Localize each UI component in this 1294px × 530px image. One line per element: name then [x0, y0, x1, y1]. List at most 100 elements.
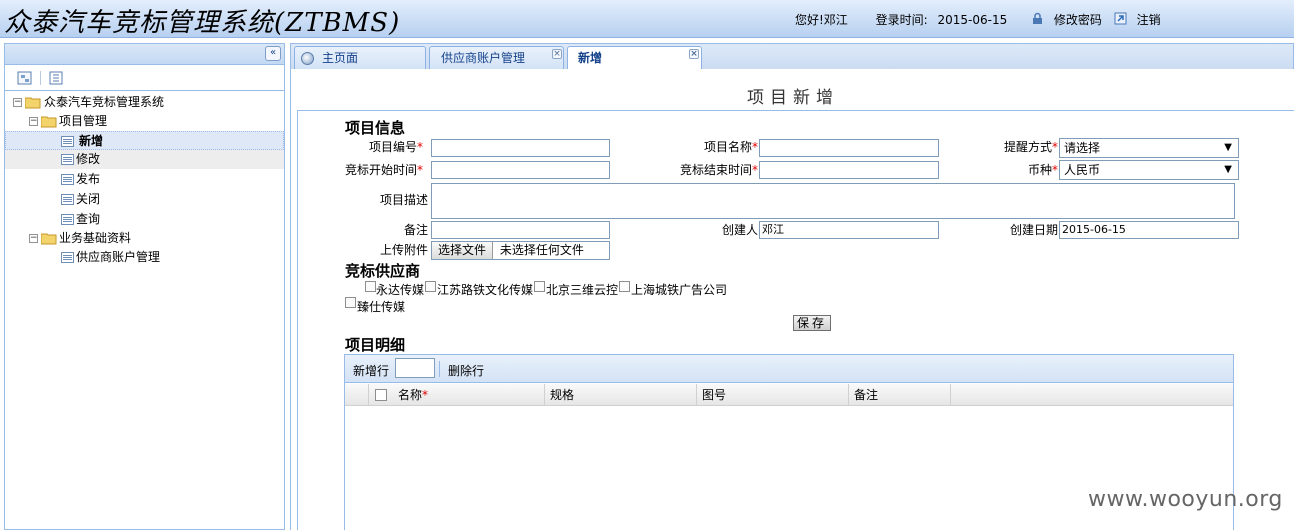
tree-node-root[interactable]: − 众泰汽车竞标管理系统 [5, 93, 284, 112]
tree-item-new[interactable]: 新增 [5, 131, 284, 150]
supplier-label: 臻仕传媒 [357, 300, 406, 314]
creator-input[interactable]: 邓江 [759, 221, 939, 239]
tree-node-project-management[interactable]: − 项目管理 [5, 112, 284, 131]
bid-start-input[interactable] [431, 161, 610, 179]
sidebar: « − 众泰汽车竞标管理系统 − 项目管理 新增 修改 发布 关闭 查询 − 业… [4, 43, 285, 530]
bid-end-label: 竞标结束时间* [679, 163, 758, 177]
tab-supplier-accounts[interactable]: 供应商账户管理 × [429, 46, 564, 70]
chevron-down-icon: ▼ [1224, 164, 1232, 175]
home-icon [301, 52, 314, 65]
remind-method-select[interactable]: 请选择 ▼ [1059, 138, 1239, 158]
page-icon [61, 174, 74, 185]
page-icon [61, 154, 74, 165]
lock-icon [1031, 12, 1044, 25]
sidebar-header: « [5, 44, 284, 65]
logout-icon [1114, 12, 1127, 25]
tab-supplier-accounts-label: 供应商账户管理 [441, 51, 526, 65]
tree-item-publish[interactable]: 发布 [5, 170, 284, 189]
choose-file-button[interactable]: 选择文件 [432, 242, 494, 259]
close-icon[interactable]: × [552, 49, 562, 59]
tree-label-supplier-accounts: 供应商账户管理 [76, 250, 161, 264]
remark-input[interactable] [431, 221, 610, 239]
sidebar-toolbar [5, 65, 284, 91]
tree-toggle-icon[interactable]: − [29, 117, 38, 126]
collapse-all-icon[interactable] [48, 70, 64, 86]
section-suppliers: 竞标供应商 [345, 262, 421, 280]
remark-label: 备注 [403, 223, 428, 237]
tab-new[interactable]: 新增 × [567, 46, 702, 71]
select-all-checkbox[interactable] [375, 389, 387, 401]
column-spec[interactable]: 规格 [545, 384, 697, 406]
project-no-input[interactable] [431, 139, 610, 157]
tree-item-supplier-accounts[interactable]: 供应商账户管理 [5, 248, 284, 267]
currency-select[interactable]: 人民币 ▼ [1059, 160, 1239, 180]
tree-item-close[interactable]: 关闭 [5, 190, 284, 209]
tree-item-query[interactable]: 查询 [5, 210, 284, 229]
login-time-label: 登录时间: [875, 13, 928, 27]
project-no-label: 项目编号* [368, 140, 423, 154]
creator-label: 创建人 [721, 223, 758, 237]
project-name-label: 项目名称* [703, 140, 758, 154]
page-title: 项目新增 [747, 88, 839, 108]
row-count-input[interactable] [395, 358, 435, 378]
create-date-label: 创建日期 [1009, 223, 1058, 237]
supplier-label: 上海城铁广告公司 [631, 283, 728, 297]
column-remark[interactable]: 备注 [849, 384, 951, 406]
user-bar: 您好!邓江 登录时间: 2015-06-15 修改密码 注销 [795, 11, 1161, 28]
app-title: 众泰汽车竞标管理系统(ZTBMS) [4, 8, 401, 38]
tree-toggle-icon[interactable]: − [13, 98, 22, 107]
tab-bar: 主页面 供应商账户管理 × 新增 × [290, 43, 1294, 71]
tree-label-business-data: 业务基础资料 [59, 231, 132, 245]
tree-label-new: 新增 [79, 134, 104, 148]
tree-item-edit[interactable]: 修改 [5, 150, 284, 169]
logout-link[interactable]: 注销 [1137, 11, 1161, 28]
description-label: 项目描述 [379, 193, 428, 207]
folder-open-icon [41, 116, 57, 128]
tree-label-query: 查询 [76, 212, 101, 226]
bid-end-input[interactable] [759, 161, 939, 179]
folder-open-icon [25, 97, 41, 109]
tree-label-edit: 修改 [76, 152, 101, 166]
attachment-label: 上传附件 [379, 243, 428, 257]
tree-toggle-icon[interactable]: − [29, 234, 38, 243]
main-content: 项目新增 项目信息 项目编号* 项目名称* 提醒方式* 请选择 ▼ 竞标开始时间… [290, 69, 1294, 530]
create-date-input[interactable]: 2015-06-15 [1059, 221, 1239, 239]
close-icon[interactable]: × [689, 49, 699, 59]
tree-label-publish: 发布 [76, 172, 101, 186]
delete-row-button[interactable]: 删除行 [448, 362, 484, 379]
tab-home[interactable]: 主页面 [294, 46, 426, 70]
menu-tree: − 众泰汽车竞标管理系统 − 项目管理 新增 修改 发布 关闭 查询 − 业务基… [5, 93, 284, 267]
supplier-checkbox[interactable] [619, 281, 630, 292]
page-icon [61, 214, 74, 225]
expand-all-icon[interactable] [17, 70, 33, 86]
attachment-file-input[interactable]: 选择文件 未选择任何文件 [431, 241, 610, 260]
add-row-button[interactable]: 新增行 [353, 362, 389, 379]
row-number-column [345, 384, 369, 406]
tree-node-business-data[interactable]: − 业务基础资料 [5, 229, 284, 248]
folder-open-icon [41, 233, 57, 245]
column-drawing-no[interactable]: 图号 [697, 384, 849, 406]
page-icon [61, 136, 74, 147]
supplier-checkbox[interactable] [534, 281, 545, 292]
page-icon [61, 252, 74, 263]
app-header: 众泰汽车竞标管理系统(ZTBMS) 您好!邓江 登录时间: 2015-06-15… [0, 0, 1294, 38]
tree-label-close: 关闭 [76, 192, 101, 206]
no-file-text: 未选择任何文件 [499, 243, 584, 257]
remind-method-label: 提醒方式* [1003, 140, 1058, 154]
project-name-input[interactable] [759, 139, 939, 157]
column-name[interactable]: 名称* [393, 384, 545, 406]
collapse-sidebar-button[interactable]: « [265, 46, 281, 61]
tree-label-root: 众泰汽车竞标管理系统 [44, 95, 165, 109]
currency-label: 币种* [1027, 163, 1058, 177]
description-textarea[interactable] [431, 183, 1235, 219]
supplier-checkbox[interactable] [345, 297, 356, 308]
chevron-down-icon: ▼ [1224, 142, 1232, 153]
section-details: 项目明细 [345, 336, 406, 354]
save-button[interactable]: 保存 [793, 315, 832, 331]
supplier-label: 江苏路铁文化传媒 [437, 283, 534, 297]
change-password-link[interactable]: 修改密码 [1054, 11, 1102, 28]
watermark: www.wooyun.org [1088, 487, 1283, 512]
supplier-checkbox[interactable] [425, 281, 436, 292]
supplier-checkbox[interactable] [365, 281, 376, 292]
page-icon [61, 194, 74, 205]
